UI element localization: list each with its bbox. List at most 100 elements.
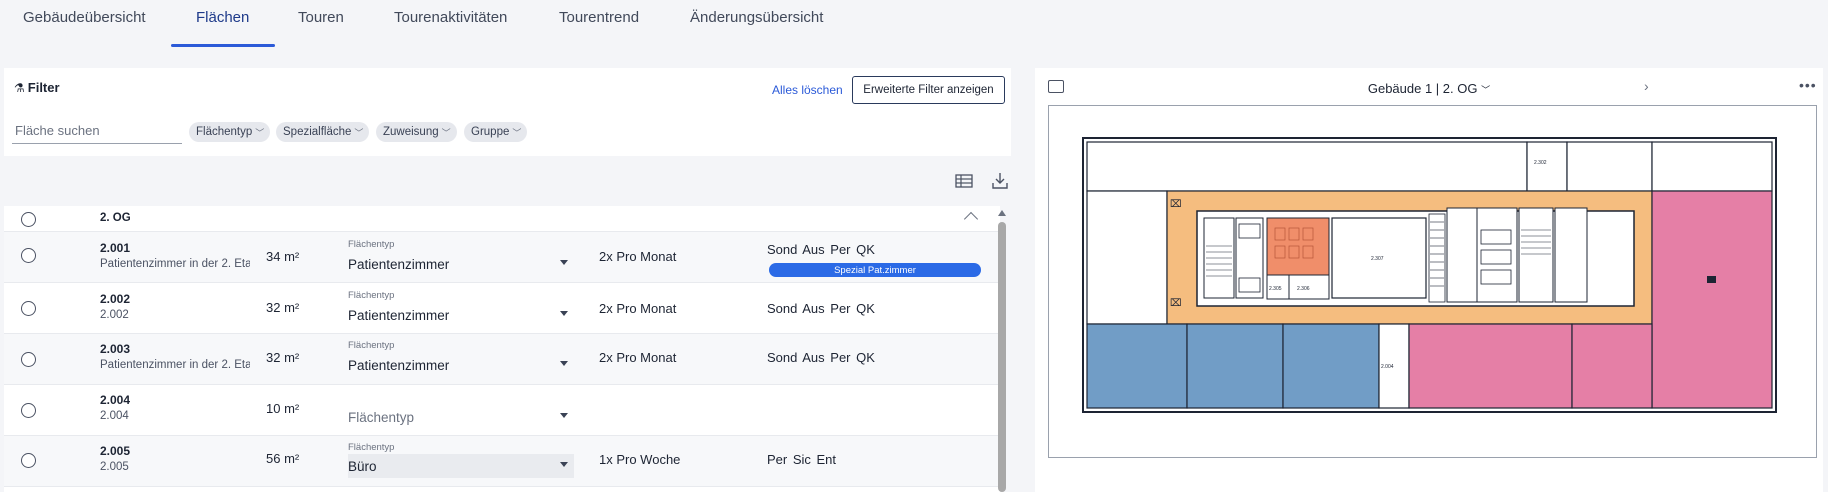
chip-label: Flächentyp [196, 126, 253, 138]
scroll-up-arrow[interactable] [998, 210, 1006, 216]
area-search-input[interactable] [12, 118, 182, 144]
area-type-select[interactable]: Flächentyp [348, 405, 574, 429]
room[interactable] [1526, 141, 1568, 192]
row-select-radio[interactable] [21, 403, 36, 418]
caret-down-icon [560, 260, 568, 265]
room[interactable] [1086, 141, 1528, 192]
chip-label: Zuweisung [383, 126, 439, 138]
service-tags: Sond Aus Per QK [767, 350, 875, 365]
more-options-icon[interactable]: ••• [1799, 77, 1817, 93]
room[interactable] [1571, 323, 1653, 409]
area-size: 56 m² [266, 451, 300, 466]
group-select-radio[interactable] [21, 212, 36, 227]
row-select-radio[interactable] [21, 248, 36, 263]
room[interactable] [1408, 323, 1573, 409]
chip-label: Spezialfläche [283, 126, 352, 138]
area-type-select[interactable]: Patientenzimmer [348, 252, 574, 276]
clear-all-link[interactable]: Alles löschen [772, 83, 843, 97]
cleaning-frequency: 2x Pro Monat [599, 350, 677, 365]
table-view-icon[interactable] [955, 172, 973, 190]
active-tab-indicator [171, 44, 275, 47]
floor-title: Gebäude 1 | 2. OG [1367, 81, 1478, 96]
chip-zuweisung[interactable]: Zuweisung ﹀ [376, 122, 457, 142]
chevron-down-icon: ﹀ [1481, 85, 1491, 95]
room[interactable] [1282, 323, 1380, 409]
row-select-radio[interactable] [21, 301, 36, 316]
chip-flaechentyp[interactable]: Flächentyp ﹀ [189, 122, 271, 142]
chevron-right-icon[interactable]: › [1644, 78, 1649, 94]
caret-down-icon [560, 311, 568, 316]
table-row[interactable]: 2.001 Patientenzimmer in der 2. Etage 34… [4, 232, 1000, 283]
room[interactable] [1566, 141, 1653, 192]
floorplan-toolbar: Gebäude 1 | 2. OG ﹀ › ••• [1035, 68, 1823, 104]
room[interactable] [1651, 190, 1773, 409]
area-type-label: Flächentyp [348, 340, 395, 351]
row-select-radio[interactable] [21, 453, 36, 468]
chip-gruppe[interactable]: Gruppe ﹀ [464, 122, 528, 142]
table-row[interactable]: 2.004 2.004 10 m² Flächentyp [4, 385, 1000, 436]
table-row[interactable]: 2.002 2.002 32 m² Flächentyp Patientenzi… [4, 283, 1000, 334]
flask-icon: ⚗ [14, 81, 25, 95]
row-select-radio[interactable] [21, 352, 36, 367]
room[interactable] [1651, 141, 1773, 192]
room-label: 2.302 [1534, 160, 1547, 166]
area-type-placeholder: Flächentyp [348, 409, 415, 425]
room-label: 2.305 [1269, 286, 1282, 292]
chevron-down-icon: ﹀ [512, 127, 522, 138]
download-icon[interactable] [991, 172, 1009, 190]
service-tags: Sond Aus Per QK [767, 242, 875, 257]
floor-selector[interactable]: Gebäude 1 | 2. OG ﹀ [1035, 81, 1823, 96]
room-label: 2.004 [1381, 364, 1394, 370]
highlighted-room[interactable] [1266, 217, 1330, 276]
cleaning-frequency: 1x Pro Woche [599, 452, 681, 467]
room-label: 2.306 [1297, 286, 1310, 292]
floor-plan: 2.302 2.305 2.306 2.307 ⌧ ⌧ 2.004 [1082, 137, 1777, 413]
tab-tourenaktivitaeten[interactable]: Tourenaktivitäten [394, 9, 507, 26]
area-type-label: Flächentyp [348, 290, 395, 301]
area-type-value: Büro [348, 458, 377, 474]
area-size: 32 m² [266, 350, 300, 365]
area-type-select[interactable]: Patientenzimmer [348, 303, 574, 327]
tab-aenderungsuebersicht[interactable]: Änderungsübersicht [690, 9, 823, 26]
area-number: 2.001 [100, 241, 131, 255]
chip-spezialflaeche[interactable]: Spezialfläche ﹀ [276, 122, 370, 142]
area-type-value: Patientenzimmer [348, 357, 450, 373]
area-name: 2.004 [100, 410, 129, 422]
special-area-badge: Spezial Pat.zimmer [769, 263, 981, 277]
service-tags: Sond Aus Per QK [767, 301, 875, 316]
chevron-down-icon: ﹀ [354, 127, 364, 138]
advanced-filter-button[interactable]: Erweiterte Filter anzeigen [852, 76, 1005, 104]
tab-gebaeudeuebersicht[interactable]: Gebäudeübersicht [23, 9, 146, 26]
area-size: 34 m² [266, 249, 300, 264]
floorplan-panel: Gebäude 1 | 2. OG ﹀ › ••• 2.302 2.305 2.… [1035, 68, 1823, 492]
area-name: 2.005 [100, 461, 129, 473]
table-scrollbar[interactable] [998, 222, 1006, 492]
table-row[interactable]: 2.005 2.005 56 m² Flächentyp Büro 1x Pro… [4, 436, 1000, 487]
areas-panel: ⚗ Filter Alles löschen Erweiterte Filter … [4, 68, 1011, 492]
area-type-label: Flächentyp [348, 442, 395, 453]
stair-marker-icon: ⌧ [1170, 199, 1182, 210]
area-number: 2.004 [100, 393, 131, 407]
tab-touren[interactable]: Touren [298, 9, 344, 26]
stair-marker-icon: ⌧ [1170, 298, 1182, 309]
service-tags: Per Sic Ent [767, 452, 837, 467]
table-row[interactable]: 2.003 Patientenzimmer in der 2. Etage 32… [4, 334, 1000, 385]
area-type-select[interactable]: Büro [348, 454, 574, 478]
room[interactable] [1086, 190, 1168, 325]
tab-flaechen[interactable]: Flächen [196, 9, 249, 26]
chevron-up-icon[interactable] [963, 211, 979, 227]
group-row[interactable]: 2. OG [4, 206, 1000, 232]
room[interactable] [1086, 323, 1188, 409]
floorplan-canvas[interactable]: 2.302 2.305 2.306 2.307 ⌧ ⌧ 2.004 [1048, 105, 1817, 458]
chevron-down-icon: ﹀ [441, 127, 451, 138]
area-size: 32 m² [266, 300, 300, 315]
cleaning-frequency: 2x Pro Monat [599, 301, 677, 316]
tab-tourentrend[interactable]: Tourentrend [559, 9, 639, 26]
group-title: 2. OG [100, 212, 131, 224]
area-type-select[interactable]: Patientenzimmer [348, 353, 574, 377]
chevron-down-icon: ﹀ [255, 127, 265, 138]
room[interactable] [1186, 323, 1284, 409]
caret-down-icon [560, 361, 568, 366]
cleaning-frequency: 2x Pro Monat [599, 249, 677, 264]
filter-heading: ⚗ Filter [14, 80, 60, 95]
